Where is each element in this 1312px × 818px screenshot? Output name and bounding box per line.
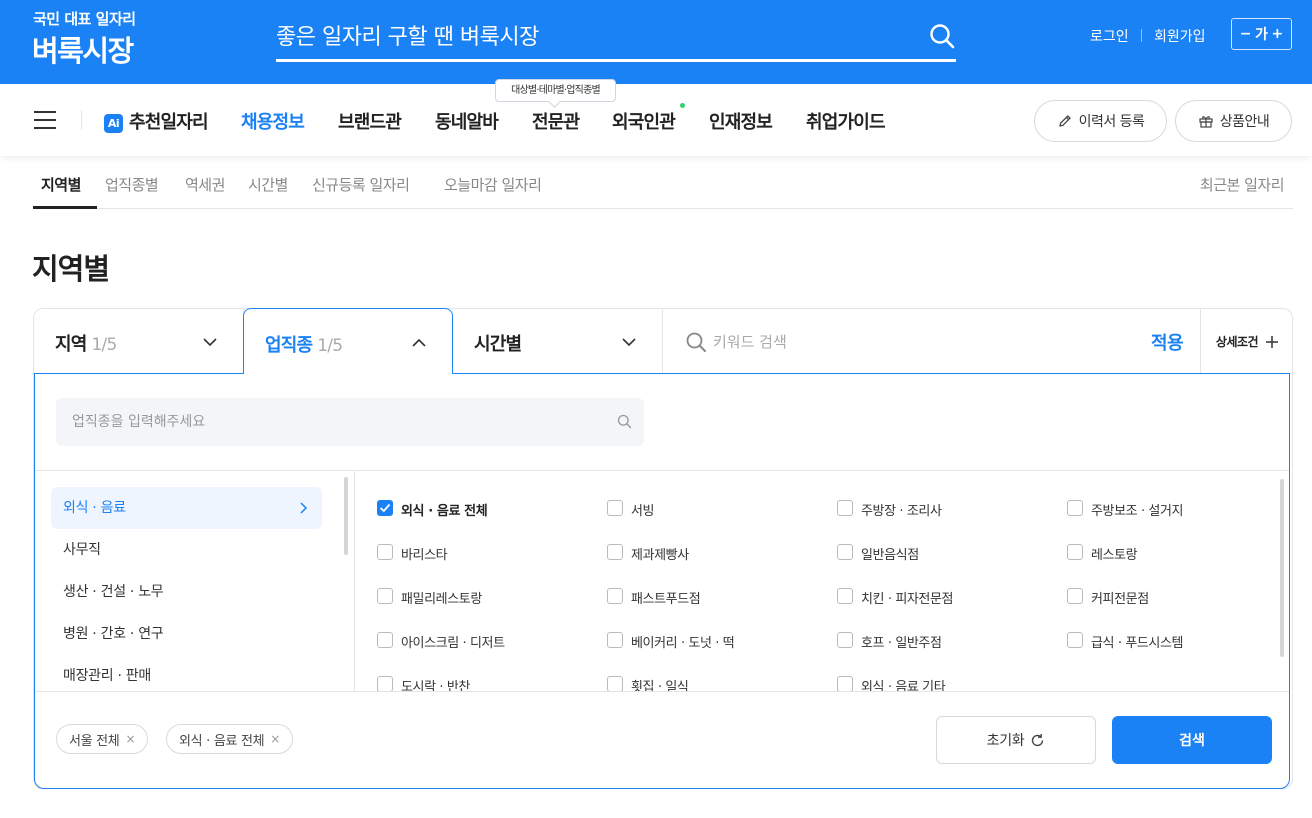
main-search: [276, 14, 956, 62]
reset-button[interactable]: 초기화: [936, 716, 1096, 764]
menu-icon[interactable]: [34, 111, 56, 129]
job-filter-count: 1/5: [317, 336, 343, 356]
ai-badge-icon: Ai: [104, 114, 123, 133]
check-icon: [377, 500, 393, 516]
specialty-tooltip: 대상별·테마별·업직종별: [495, 79, 616, 102]
close-icon[interactable]: ×: [270, 732, 280, 746]
nav-item-local[interactable]: 동네알바: [435, 108, 499, 134]
logo-tagline: 국민 대표 일자리: [33, 10, 136, 28]
search-button[interactable]: 검색: [1112, 716, 1272, 764]
selected-chip[interactable]: 외식 · 음료 전체 ×: [166, 724, 294, 754]
nav-item-specialty[interactable]: 전문관: [532, 108, 580, 134]
font-size-increase-button[interactable]: +: [1271, 26, 1283, 42]
keyword-search-input[interactable]: [713, 327, 1113, 357]
detail-conditions-label: 상세조건: [1215, 335, 1259, 349]
font-size-control: − 가 +: [1231, 18, 1292, 50]
font-size-label: 가: [1255, 27, 1268, 43]
job-filter-label: 업직종 1/5: [265, 335, 343, 356]
new-dot-icon: [680, 103, 685, 108]
logo[interactable]: 벼룩시장: [32, 28, 134, 70]
apply-button[interactable]: 적용: [1151, 329, 1184, 355]
resume-register-button[interactable]: 이력서 등록: [1034, 100, 1167, 142]
subtab-region[interactable]: 지역별: [41, 174, 81, 195]
option-grid: 외식 · 음료 전체 서빙 주방장 · 조리사 주방보조 · 설거지 바리스타 …: [356, 471, 1289, 691]
category-item[interactable]: 외식 · 음료: [51, 487, 322, 529]
search-icon: [686, 332, 706, 352]
region-filter-count: 1/5: [91, 335, 118, 355]
job-filter-dropdown[interactable]: 업직종 1/5: [243, 308, 453, 374]
recent-jobs-link[interactable]: 최근본 일자리: [1200, 174, 1285, 195]
job-category-dropdown: 외식 · 음료 사무직 생산 · 건설 · 노무 병원 · 간호 · 연구 매장…: [34, 373, 1290, 789]
subtab-closing-today[interactable]: 오늘마감 일자리: [444, 174, 542, 195]
subtab-station[interactable]: 역세권: [185, 174, 225, 195]
category-item[interactable]: 병원 · 간호 · 연구: [51, 613, 322, 655]
detail-conditions-button[interactable]: 상세조건: [1200, 309, 1293, 374]
login-link[interactable]: 로그인: [1090, 26, 1129, 46]
divider: [1141, 29, 1142, 42]
filter-panel: 지역1/5 업직종1/5 시간별 적용 상세조건: [33, 308, 1293, 789]
gift-icon: [1199, 116, 1213, 128]
nav-item-label: 추천일자리: [129, 112, 209, 133]
product-info-label: 상품안내: [1219, 114, 1270, 130]
chevron-down-icon: [622, 338, 636, 347]
chevron-down-icon: [203, 338, 217, 347]
category-list: 외식 · 음료 사무직 생산 · 건설 · 노무 병원 · 간호 · 연구 매장…: [35, 471, 355, 691]
category-scrollbar[interactable]: [344, 477, 348, 555]
nav-item-brand[interactable]: 브랜드관: [338, 108, 402, 134]
subtab-time[interactable]: 시간별: [248, 174, 288, 195]
divider: [35, 691, 1289, 692]
region-filter-dropdown[interactable]: 지역 1/5: [34, 309, 244, 374]
divider: [33, 208, 1293, 209]
subtab-new[interactable]: 신규등록 일자리: [312, 174, 410, 195]
category-item[interactable]: 사무직: [51, 529, 322, 571]
pencil-icon: [1058, 115, 1071, 127]
time-filter-label: 시간별: [474, 334, 522, 355]
main-search-input[interactable]: [276, 18, 916, 56]
main-nav: Ai 추천일자리 채용정보 브랜드관 동네알바 전문관 외국인관 인재정보 취업가…: [0, 84, 1312, 156]
chevron-up-icon: [412, 338, 426, 347]
nav-item-foreigner[interactable]: 외국인관: [612, 108, 676, 134]
divider: [81, 110, 82, 130]
category-item[interactable]: 생산 · 건설 · 노무: [51, 571, 322, 613]
font-size-decrease-button[interactable]: −: [1240, 26, 1252, 42]
top-header: 국민 대표 일자리 벼룩시장 로그인 회원가입 − 가 +: [0, 0, 1312, 84]
nav-item-jobs[interactable]: 채용정보: [241, 108, 305, 134]
option-scrollbar[interactable]: [1280, 479, 1284, 657]
chevron-right-icon: [300, 502, 308, 514]
active-tab-indicator: [33, 206, 97, 209]
search-icon[interactable]: [617, 414, 632, 429]
page-title: 지역별: [32, 252, 110, 286]
time-filter-dropdown[interactable]: 시간별: [453, 309, 663, 374]
subtab-job-category[interactable]: 업직종별: [105, 174, 159, 195]
plus-icon: [1266, 335, 1279, 348]
refresh-icon: [1032, 733, 1044, 746]
nav-item-guide[interactable]: 취업가이드: [806, 108, 886, 134]
keyword-search: [663, 309, 1200, 374]
resume-register-label: 이력서 등록: [1078, 114, 1145, 130]
nav-item-talent[interactable]: 인재정보: [709, 108, 773, 134]
category-item[interactable]: 매장관리 · 판매: [51, 655, 322, 691]
search-icon[interactable]: [928, 22, 956, 50]
nav-item-recommend[interactable]: Ai 추천일자리: [104, 108, 209, 134]
close-icon[interactable]: ×: [125, 732, 135, 746]
region-filter-label: 지역 1/5: [55, 334, 118, 355]
selected-chip[interactable]: 서울 전체 ×: [56, 724, 149, 754]
job-category-search: [56, 398, 644, 446]
reset-label: 초기화: [986, 733, 1025, 749]
signup-link[interactable]: 회원가입: [1154, 26, 1206, 46]
filter-header: 지역1/5 업직종1/5 시간별 적용 상세조건: [34, 308, 1293, 374]
job-category-search-input[interactable]: [72, 410, 592, 434]
product-info-button[interactable]: 상품안내: [1175, 100, 1292, 142]
